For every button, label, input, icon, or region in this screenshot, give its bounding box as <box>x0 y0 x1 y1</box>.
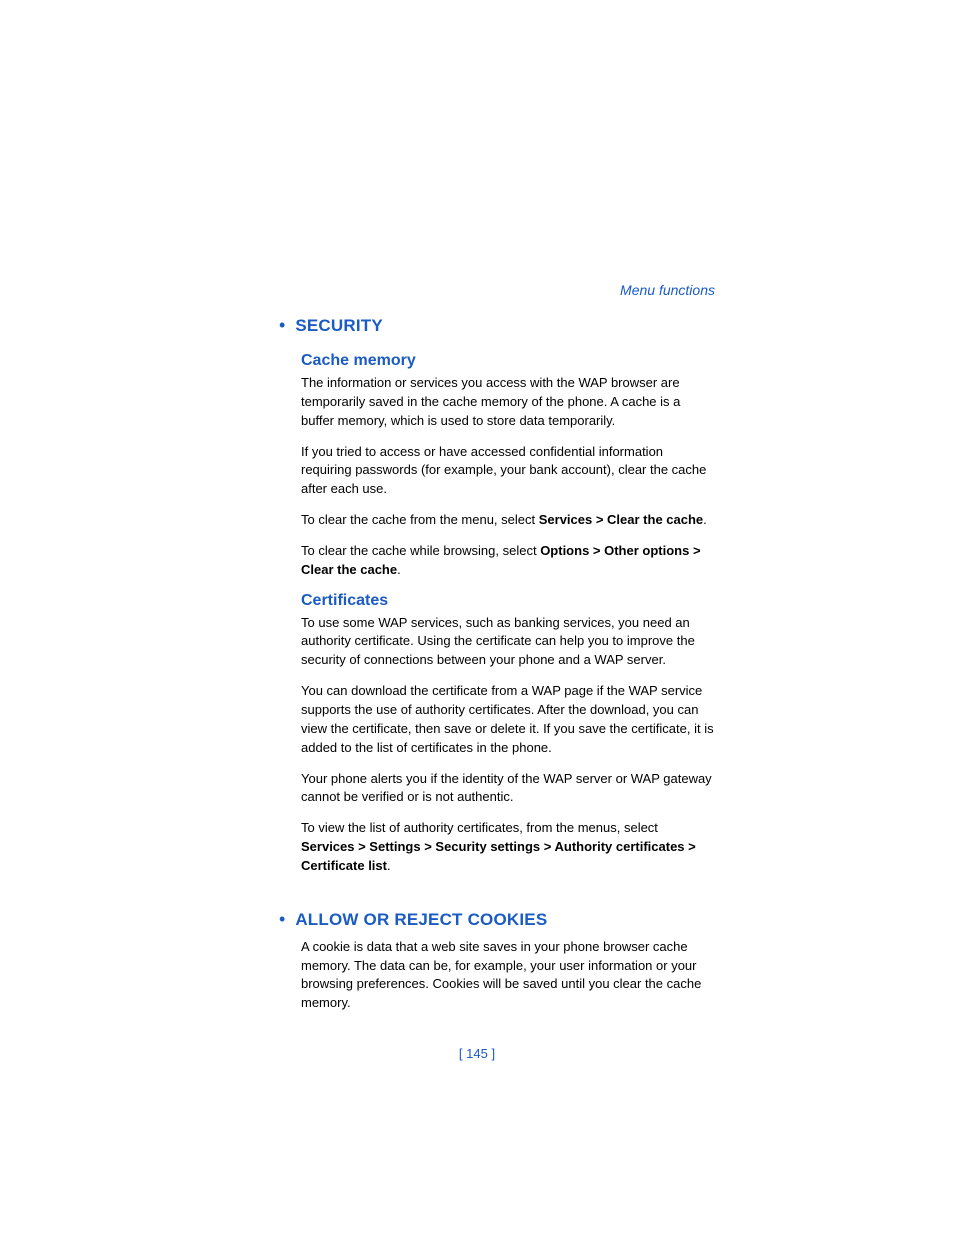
paragraph: Your phone alerts you if the identity of… <box>301 770 715 808</box>
section-heading-row: • SECURITY <box>279 316 715 344</box>
section-content: Cache memory The information or services … <box>301 352 715 876</box>
bold-run: Services > Settings > Security settings … <box>301 839 696 873</box>
text-run: Your phone alerts you if the identity of… <box>301 771 712 805</box>
paragraph: To use some WAP services, such as bankin… <box>301 614 715 671</box>
paragraph: If you tried to access or have accessed … <box>301 443 715 500</box>
paragraph: To clear the cache from the menu, select… <box>301 511 715 530</box>
paragraph: A cookie is data that a web site saves i… <box>301 938 715 1013</box>
page-number: [ 145 ] <box>0 1046 954 1061</box>
section-heading-row: • ALLOW OR REJECT COOKIES <box>279 910 715 938</box>
text-run: . <box>703 512 707 527</box>
sub-heading: Certificates <box>301 592 715 610</box>
paragraph: To clear the cache while browsing, selec… <box>301 542 715 580</box>
text-run: To clear the cache while browsing, selec… <box>301 543 540 558</box>
section-heading: SECURITY <box>295 316 383 336</box>
section-content: A cookie is data that a web site saves i… <box>301 938 715 1013</box>
paragraph: You can download the certificate from a … <box>301 682 715 757</box>
sub-heading: Cache memory <box>301 352 715 370</box>
text-run: If you tried to access or have accessed … <box>301 444 706 497</box>
bold-run: Services > Clear the cache <box>539 512 703 527</box>
text-run: You can download the certificate from a … <box>301 683 714 755</box>
text-run: To use some WAP services, such as bankin… <box>301 615 695 668</box>
text-run: The information or services you access w… <box>301 375 680 428</box>
text-run: . <box>387 858 391 873</box>
bullet-icon: • <box>279 316 285 334</box>
text-run: To clear the cache from the menu, select <box>301 512 539 527</box>
bullet-icon: • <box>279 910 285 928</box>
paragraph: To view the list of authority certificat… <box>301 819 715 876</box>
page-content: Menu functions • SECURITY Cache memory The … <box>275 282 715 1025</box>
breadcrumb: Menu functions <box>275 282 715 298</box>
section-heading: ALLOW OR REJECT COOKIES <box>295 910 547 930</box>
sections-host: • SECURITY Cache memory The information or … <box>275 316 715 1013</box>
text-run: A cookie is data that a web site saves i… <box>301 939 701 1011</box>
paragraph: The information or services you access w… <box>301 374 715 431</box>
text-run: To view the list of authority certificat… <box>301 820 658 835</box>
text-run: . <box>397 562 401 577</box>
